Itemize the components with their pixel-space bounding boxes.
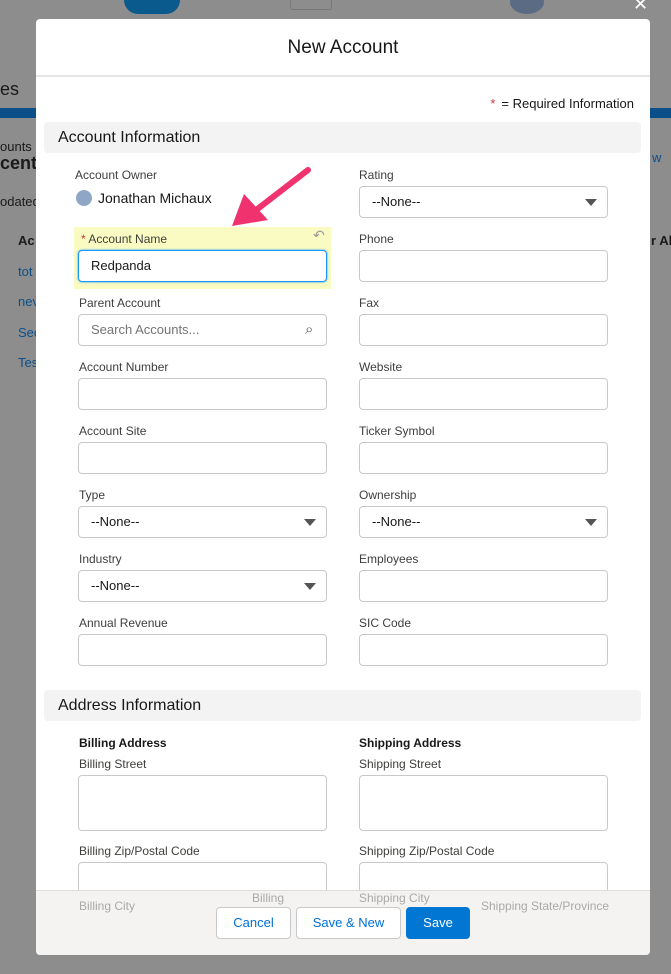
parent-account-search[interactable]: Search Accounts... <box>78 314 327 346</box>
bg-text: ounts <box>0 139 32 154</box>
website-input[interactable] <box>359 378 608 410</box>
modal-title: New Account <box>36 19 650 77</box>
fax-input[interactable] <box>359 314 608 346</box>
cancel-button[interactable]: Cancel <box>216 907 291 939</box>
owner-avatar-icon <box>76 190 92 206</box>
bg-link[interactable]: tot <box>18 264 32 279</box>
required-mark: * <box>490 96 496 111</box>
section-account-information[interactable]: Account Information <box>44 122 641 153</box>
account-number-label: Account Number <box>79 360 169 374</box>
billing-city-label: Billing City <box>79 899 136 913</box>
rating-label: Rating <box>359 168 394 182</box>
bg-text: es <box>0 79 20 99</box>
account-site-label: Account Site <box>79 424 147 438</box>
shipping-city-label: Shipping City <box>359 891 430 905</box>
billing-street-label: Billing Street <box>79 757 147 771</box>
shipping-state-label: Shipping State/Province <box>481 899 610 913</box>
account-owner-value[interactable]: Jonathan Michaux <box>98 190 212 206</box>
bg-text: odated <box>0 194 40 209</box>
close-icon[interactable]: ✕ <box>633 0 648 15</box>
phone-label: Phone <box>359 232 394 246</box>
fax-label: Fax <box>359 296 380 310</box>
industry-select[interactable]: --None-- <box>78 570 327 602</box>
favorites-icon[interactable] <box>290 0 332 10</box>
ownership-select[interactable]: --None-- <box>359 506 608 538</box>
billing-street-textarea[interactable] <box>78 775 327 831</box>
billing-zip-label: Billing Zip/Postal Code <box>79 844 200 858</box>
bg-text: cent <box>0 153 38 173</box>
account-owner-label: Account Owner <box>75 168 158 182</box>
type-select[interactable]: --None-- <box>78 506 327 538</box>
account-site-input[interactable] <box>78 442 327 474</box>
sic-code-input[interactable] <box>359 634 608 666</box>
rating-select[interactable]: --None-- <box>359 186 608 218</box>
account-name-input[interactable]: Redpanda <box>78 250 327 282</box>
bg-text: r Ali <box>651 233 671 248</box>
shipping-street-label: Shipping Street <box>359 757 442 771</box>
user-avatar[interactable] <box>510 0 544 14</box>
bg-text: Ac <box>18 233 35 248</box>
account-name-label: * Account Name <box>81 232 167 246</box>
salesforce-logo <box>124 0 180 14</box>
ownership-label: Ownership <box>359 488 417 502</box>
required-note: * = Required Information <box>490 96 634 111</box>
required-note-text: = Required Information <box>501 96 634 111</box>
search-icon: ⌕ <box>305 321 314 338</box>
account-name-label-text: Account Name <box>88 232 168 246</box>
billing-state-label: Billing <box>252 891 285 905</box>
annual-revenue-input[interactable] <box>78 634 327 666</box>
shipping-address-heading: Shipping Address <box>359 736 462 750</box>
employees-input[interactable] <box>359 570 608 602</box>
bg-link[interactable]: w <box>652 150 661 165</box>
shipping-zip-label: Shipping Zip/Postal Code <box>359 844 495 858</box>
required-mark: * <box>81 232 86 246</box>
website-label: Website <box>359 360 403 374</box>
employees-label: Employees <box>359 552 419 566</box>
parent-account-label: Parent Account <box>79 296 161 310</box>
sic-code-label: SIC Code <box>359 616 412 630</box>
ticker-input[interactable] <box>359 442 608 474</box>
annual-revenue-label: Annual Revenue <box>79 616 168 630</box>
account-number-input[interactable] <box>78 378 327 410</box>
annotation-arrow <box>232 167 311 226</box>
save-and-new-button[interactable]: Save & New <box>296 907 401 939</box>
industry-label: Industry <box>79 552 122 566</box>
type-label: Type <box>79 488 106 502</box>
shipping-street-textarea[interactable] <box>359 775 608 831</box>
phone-input[interactable] <box>359 250 608 282</box>
section-address-information[interactable]: Address Information <box>44 690 641 721</box>
billing-address-heading: Billing Address <box>79 736 167 750</box>
new-account-modal: New Account * = Required Information Acco… <box>36 19 650 955</box>
save-button[interactable]: Save <box>406 907 470 939</box>
ticker-label: Ticker Symbol <box>359 424 435 438</box>
